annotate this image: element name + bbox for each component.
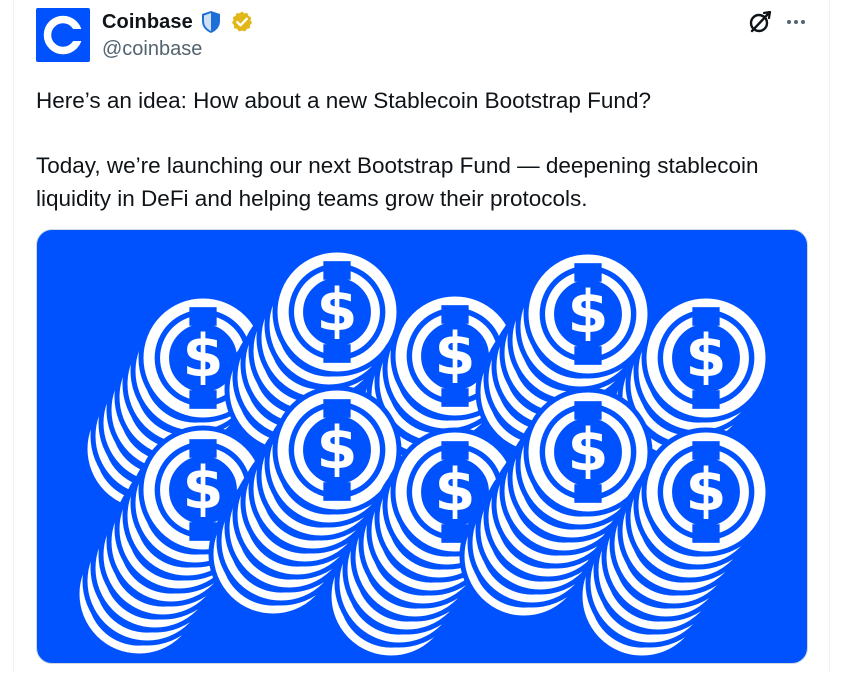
grok-icon[interactable] xyxy=(747,9,773,35)
verified-badge-icon[interactable] xyxy=(230,10,254,34)
svg-text:$: $ xyxy=(183,322,224,391)
coinbase-logo-icon xyxy=(43,15,85,55)
avatar[interactable] xyxy=(36,8,90,62)
svg-text:$: $ xyxy=(568,278,609,347)
svg-text:$: $ xyxy=(317,414,358,483)
svg-text:$: $ xyxy=(183,454,224,523)
tweet-text: Here’s an idea: How about a new Stableco… xyxy=(36,84,826,215)
svg-text:$: $ xyxy=(686,456,727,525)
tweet-paragraph: Here’s an idea: How about a new Stableco… xyxy=(36,88,651,113)
usdc-coin-icon: $ xyxy=(641,427,771,557)
svg-text:$: $ xyxy=(435,320,476,389)
more-icon[interactable] xyxy=(784,8,810,34)
svg-text:$: $ xyxy=(435,456,476,525)
svg-text:$: $ xyxy=(686,322,727,391)
author-handle[interactable]: @coinbase xyxy=(102,36,202,62)
shield-icon xyxy=(202,11,220,33)
usdc-coin-icon: $ xyxy=(641,293,771,423)
svg-text:$: $ xyxy=(317,276,358,345)
svg-text:$: $ xyxy=(568,416,609,485)
author-name[interactable]: Coinbase xyxy=(102,8,193,36)
usdc-coin-stacks-illustration: $ $ $ $ $ $ $ $ $ $ xyxy=(74,247,771,661)
tweet-media-image[interactable]: $ $ $ $ $ $ $ $ $ $ xyxy=(36,229,808,664)
tweet-paragraph: Today, we’re launching our next Bootstra… xyxy=(36,153,759,211)
